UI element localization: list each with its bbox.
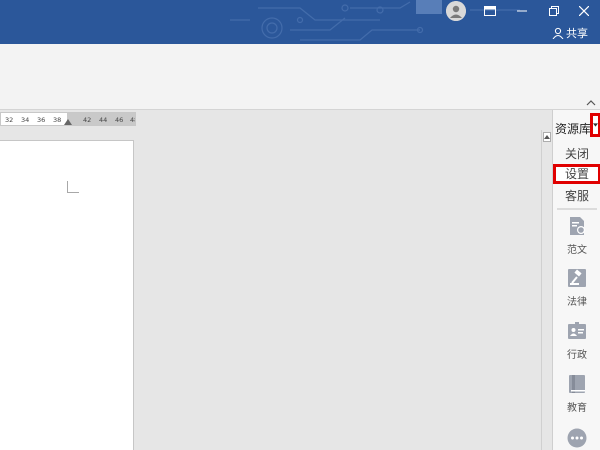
margin-corner-mark [67,181,79,193]
menu-item-settings[interactable]: 设置 [553,164,600,184]
title-bar: 共享 [0,0,600,44]
restore-icon [549,6,559,16]
close-icon [579,6,589,16]
ribbon [0,44,600,110]
category-law[interactable]: 法律 [553,268,600,308]
ruler-tick-label: 46 [115,116,124,124]
category-label: 法律 [567,297,587,308]
share-label: 共享 [566,27,588,40]
close-button[interactable] [568,0,600,22]
horizontal-ruler[interactable]: 32 34 36 38 42 44 46 48 [0,112,136,126]
indent-marker[interactable] [64,119,72,125]
more-icon [567,428,587,448]
scroll-up-button[interactable] [543,132,551,142]
vertical-scrollbar[interactable] [541,130,552,450]
share-button[interactable]: 共享 [552,24,588,42]
user-avatar[interactable] [446,1,466,21]
category-more[interactable] [553,428,600,448]
category-label: 行政 [567,350,587,361]
resource-panel: 资源库 关闭 设置 客服 范文 法律 行政 教育 [552,110,600,450]
panel-dropdown-button[interactable] [590,113,600,137]
category-administration[interactable]: 行政 [553,321,600,361]
ribbon-display-options-button[interactable] [474,0,506,22]
document-icon [567,216,587,236]
arrow-up-icon [544,135,550,139]
caret-down-icon [593,123,598,127]
category-education[interactable]: 教育 [553,374,600,414]
id-card-icon [567,321,587,341]
ruler-tick-label: 44 [99,116,108,124]
ruler-tick-label: 34 [21,116,30,124]
ruler-tick-label: 38 [53,116,62,124]
category-label: 范文 [567,245,587,256]
ruler-tick-label: 42 [83,116,92,124]
restore-button[interactable] [538,0,570,22]
book-icon [567,374,587,394]
ruler-tick-label: 48 [130,116,135,124]
menu-item-close[interactable]: 关闭 [553,144,600,164]
category-label: 教育 [567,403,587,414]
person-icon [552,27,564,39]
gavel-icon [567,268,587,288]
ruler-tick-label: 36 [37,116,46,124]
document-page[interactable] [0,140,134,450]
menu-item-customer-service[interactable]: 客服 [553,186,600,206]
minimize-icon [517,10,527,12]
collapse-ribbon-icon[interactable] [586,98,596,108]
ribbon-display-icon [484,6,496,16]
ruler-tick-label: 32 [5,116,14,124]
minimize-button[interactable] [506,0,538,22]
divider [557,208,597,210]
category-template-essays[interactable]: 范文 [553,216,600,256]
